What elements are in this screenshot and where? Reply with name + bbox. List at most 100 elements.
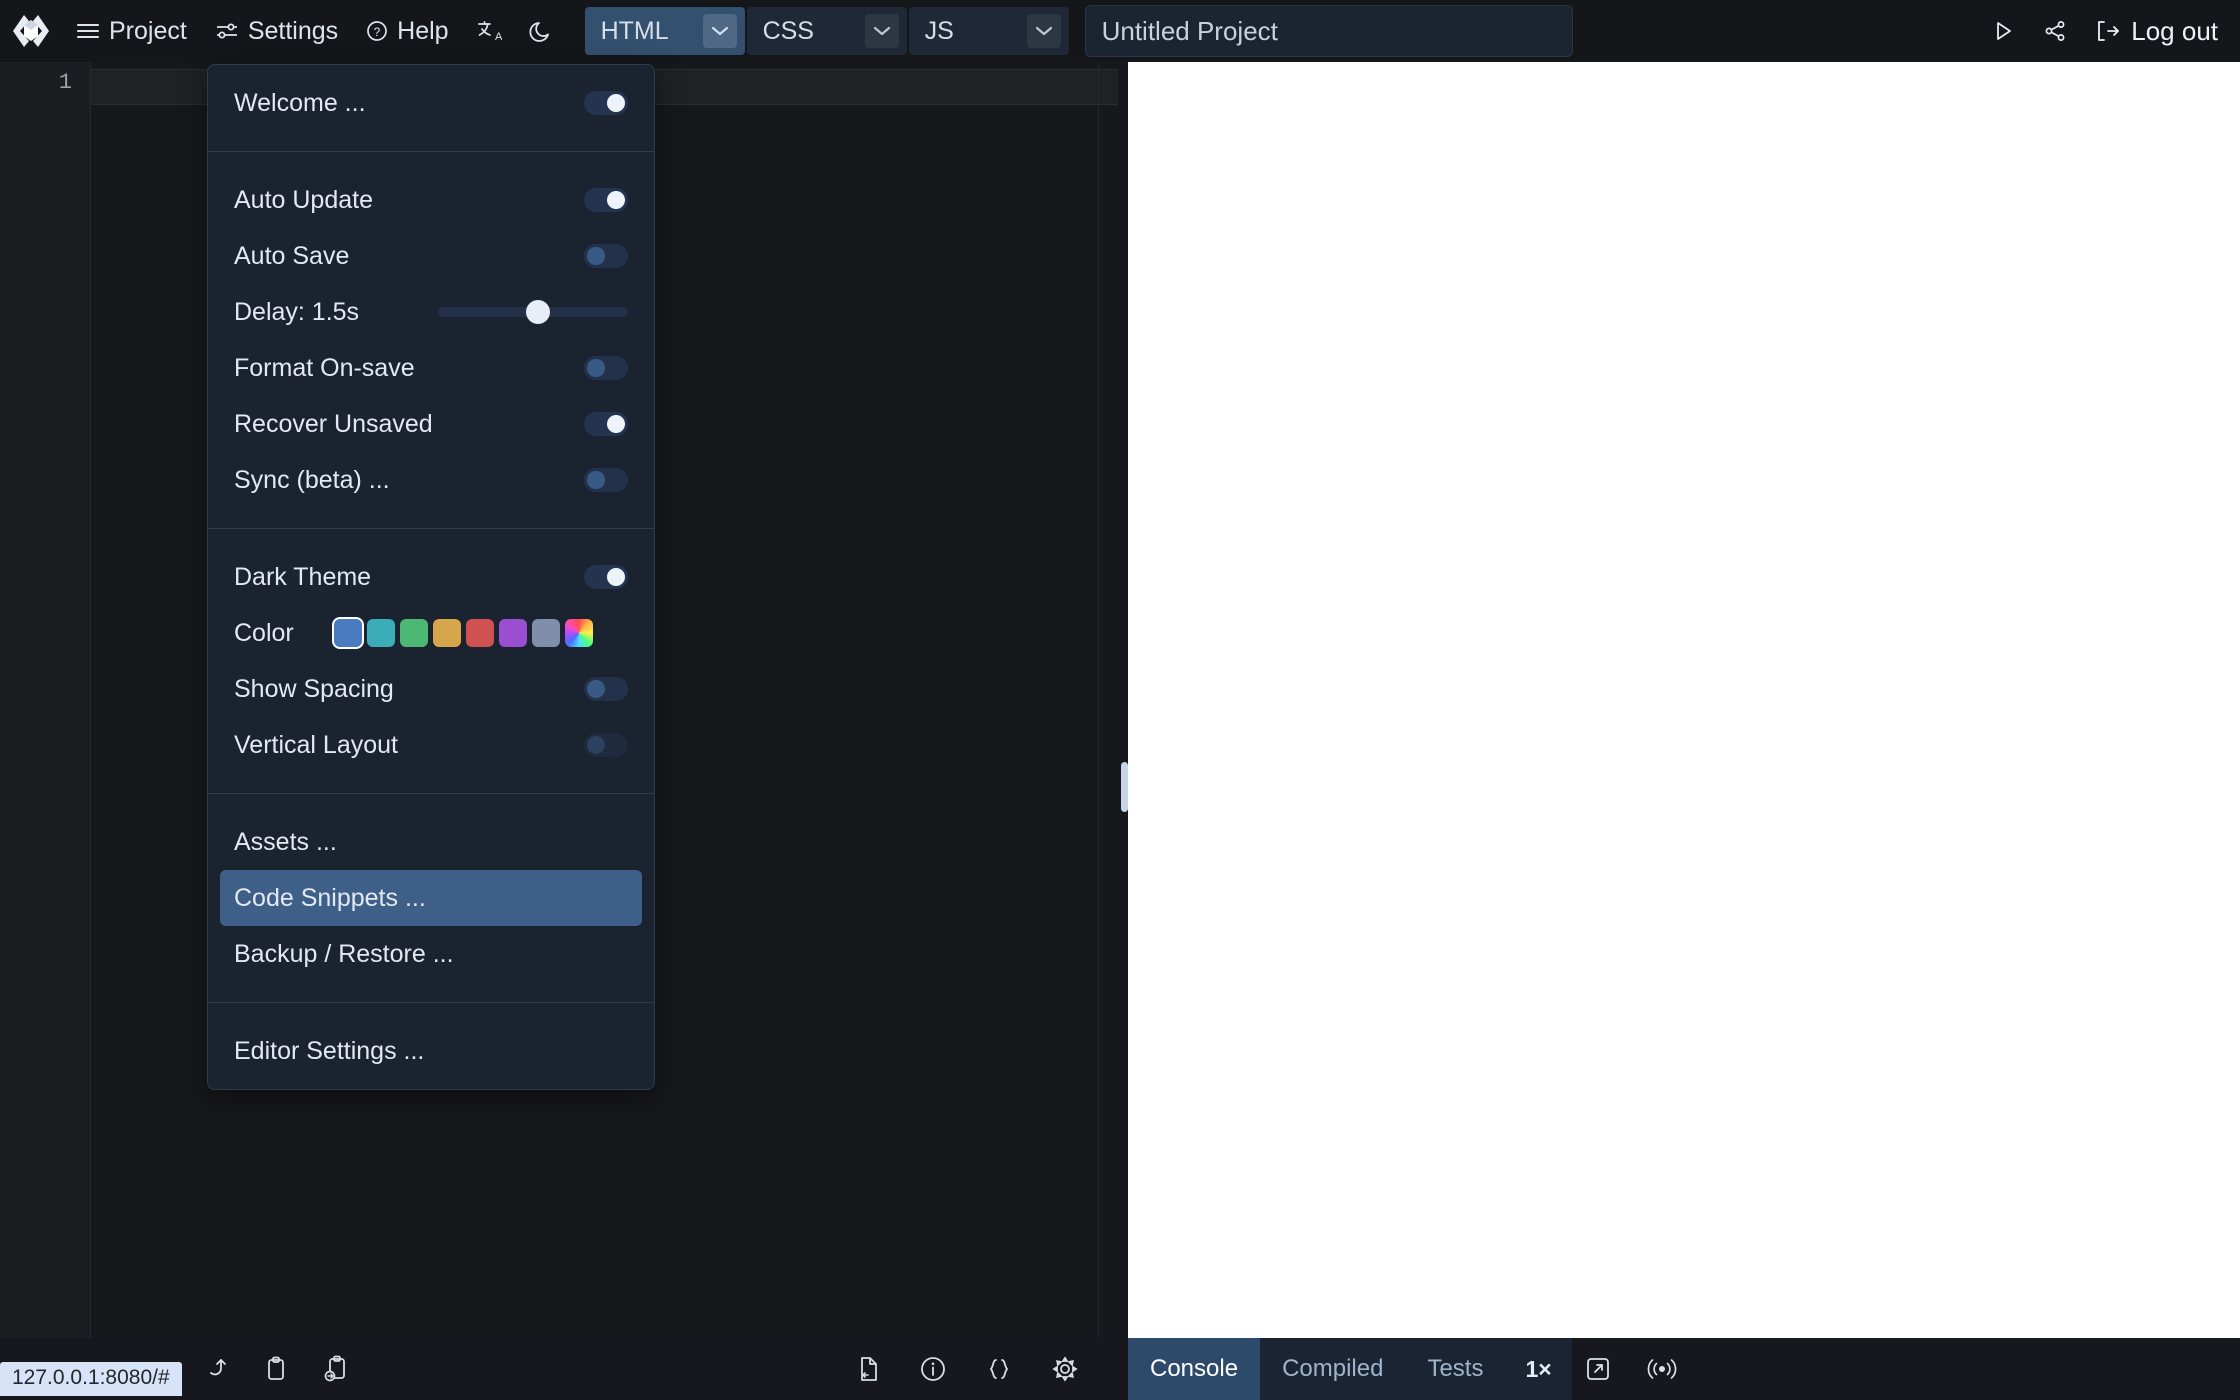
menu-divider	[208, 528, 654, 529]
toggle-welcome[interactable]	[584, 91, 628, 115]
menu-item-show-spacing-label: Show Spacing	[234, 674, 394, 703]
language-tab-js[interactable]: JS	[908, 7, 1069, 55]
menu-item-auto-save[interactable]: Auto Save	[220, 228, 642, 284]
menu-item-format-on-save[interactable]: Format On-save	[220, 340, 642, 396]
toggle-auto-update[interactable]	[584, 188, 628, 212]
toggle-format-on-save[interactable]	[584, 356, 628, 380]
toggle-vertical-layout[interactable]	[584, 733, 628, 757]
bottom-status-bar: 127.0.0.1:8080/# Console Compiled Tests …	[0, 1338, 2240, 1400]
menu-item-backup-restore-label: Backup / Restore ...	[234, 939, 454, 968]
moon-icon[interactable]	[515, 0, 567, 62]
menu-item-vertical-layout[interactable]: Vertical Layout	[220, 717, 642, 773]
menu-group-welcome: Welcome ...	[208, 65, 654, 141]
topbar-actions: Log out	[1977, 0, 2240, 62]
menu-project[interactable]: Project	[62, 0, 201, 62]
language-tab-html[interactable]: HTML	[584, 7, 745, 55]
color-swatch-slate[interactable]	[531, 619, 560, 647]
language-tab-css[interactable]: CSS	[746, 7, 907, 55]
gear-settings-icon[interactable]	[1051, 1355, 1079, 1383]
chevron-down-icon[interactable]	[1026, 14, 1061, 48]
pane-splitter-handle[interactable]	[1121, 762, 1128, 812]
menu-item-auto-update-label: Auto Update	[234, 185, 373, 214]
tab-tests[interactable]: Tests	[1405, 1338, 1505, 1400]
translate-language-icon[interactable]: A	[463, 0, 515, 62]
language-tab-html-label: HTML	[600, 16, 669, 45]
info-circle-icon[interactable]	[919, 1355, 947, 1383]
menu-help[interactable]: ? Help	[352, 0, 462, 62]
menu-group-appearance: Dark Theme Color Show Spacing Vertical L…	[208, 539, 654, 783]
menu-item-show-spacing[interactable]: Show Spacing	[220, 661, 642, 717]
play-run-icon[interactable]	[1977, 0, 2029, 62]
menu-item-welcome-label: Welcome ...	[234, 88, 366, 117]
menu-item-delay-label: Delay: 1.5s	[234, 297, 360, 326]
hamburger-menu-icon	[76, 22, 100, 40]
menu-group-editor-settings: Editor Settings ...	[208, 1013, 654, 1089]
toggle-show-spacing[interactable]	[584, 677, 628, 701]
bottom-right-icon-group	[1571, 1338, 1706, 1400]
project-name-input[interactable]: Untitled Project	[1084, 5, 1573, 57]
delay-slider-thumb[interactable]	[526, 300, 550, 324]
menu-item-code-snippets-label: Code Snippets ...	[234, 883, 426, 912]
zoom-level-label: 1×	[1525, 1355, 1552, 1382]
tab-console[interactable]: Console	[1128, 1338, 1261, 1400]
menu-item-editor-settings[interactable]: Editor Settings ...	[220, 1023, 642, 1079]
share-network-icon[interactable]	[2029, 0, 2081, 62]
color-swatch-amber[interactable]	[432, 619, 461, 647]
clipboard-icon[interactable]	[264, 1355, 288, 1383]
bottom-left-icon-group	[200, 1338, 350, 1400]
color-swatch-green[interactable]	[399, 619, 428, 647]
menu-group-behavior: Auto Update Auto Save Delay: 1.5s Format…	[208, 162, 654, 518]
color-swatch-red[interactable]	[465, 619, 494, 647]
code-brackets-logo-icon[interactable]	[0, 0, 62, 62]
menu-item-welcome[interactable]: Welcome ...	[220, 75, 642, 131]
language-tab-css-label: CSS	[762, 16, 814, 45]
menu-item-code-snippets[interactable]: Code Snippets ...	[220, 870, 642, 926]
menu-item-auto-save-label: Auto Save	[234, 241, 350, 270]
file-link-icon[interactable]	[855, 1355, 881, 1383]
redo-arrow-icon[interactable]	[200, 1356, 228, 1382]
toggle-sync-beta[interactable]	[584, 468, 628, 492]
broadcast-live-icon[interactable]	[1646, 1355, 1678, 1383]
preview-pane[interactable]	[1128, 62, 2240, 1338]
clipboard-paste-link-icon[interactable]	[324, 1355, 350, 1383]
braces-format-icon[interactable]	[985, 1355, 1013, 1383]
logout-button[interactable]: Log out	[2081, 0, 2240, 62]
delay-slider[interactable]	[438, 300, 628, 324]
toggle-dark-theme[interactable]	[584, 565, 628, 589]
zoom-level-button[interactable]: 1×	[1505, 1338, 1571, 1400]
color-swatch-teal[interactable]	[366, 619, 395, 647]
color-swatch-blue[interactable]	[333, 619, 362, 647]
chevron-down-icon[interactable]	[864, 14, 899, 48]
menu-item-sync-beta[interactable]: Sync (beta) ...	[220, 452, 642, 508]
bottom-bar-left: 127.0.0.1:8080/#	[0, 1338, 1128, 1400]
menu-divider	[208, 1002, 654, 1003]
pane-splitter[interactable]	[1118, 62, 1128, 1338]
menu-item-format-on-save-label: Format On-save	[234, 353, 415, 382]
tab-compiled-label: Compiled	[1282, 1355, 1384, 1382]
editor-gutter-divider	[90, 62, 91, 1338]
menu-item-delay[interactable]: Delay: 1.5s	[220, 284, 642, 340]
color-swatch-list	[333, 619, 593, 647]
tab-compiled[interactable]: Compiled	[1260, 1338, 1405, 1400]
svg-text:A: A	[495, 31, 502, 43]
menu-item-backup-restore[interactable]: Backup / Restore ...	[220, 926, 642, 982]
color-swatch-custom-rainbow[interactable]	[564, 619, 593, 647]
menu-divider	[208, 151, 654, 152]
menu-item-dark-theme[interactable]: Dark Theme	[220, 549, 642, 605]
tab-tests-label: Tests	[1427, 1355, 1484, 1382]
language-tab-js-label: JS	[924, 16, 954, 45]
menu-settings[interactable]: Settings	[201, 0, 352, 62]
chevron-down-icon[interactable]	[702, 14, 737, 48]
toggle-recover-unsaved[interactable]	[584, 412, 628, 436]
menu-item-assets[interactable]: Assets ...	[220, 814, 642, 870]
color-swatch-purple[interactable]	[498, 619, 527, 647]
open-external-icon[interactable]	[1584, 1355, 1612, 1383]
logout-arrow-icon	[2095, 19, 2121, 43]
menu-divider	[208, 793, 654, 794]
toggle-auto-save[interactable]	[584, 244, 628, 268]
menu-item-recover-unsaved[interactable]: Recover Unsaved	[220, 396, 642, 452]
console-tabs: Console Compiled Tests 1×	[1128, 1338, 1572, 1400]
menu-item-auto-update[interactable]: Auto Update	[220, 172, 642, 228]
editor-right-divider	[1098, 62, 1099, 1338]
svg-text:?: ?	[374, 25, 381, 39]
